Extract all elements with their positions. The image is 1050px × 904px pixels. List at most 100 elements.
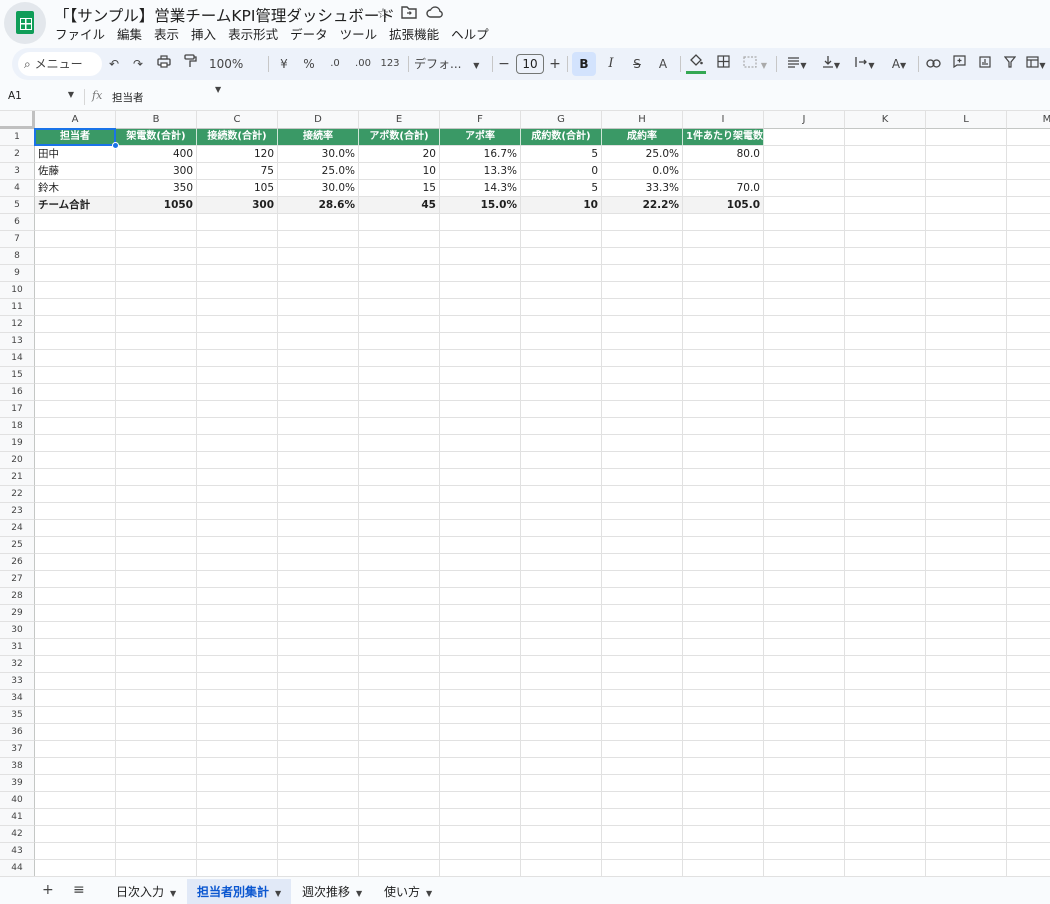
empty-cell[interactable]	[845, 758, 926, 775]
empty-cell[interactable]	[440, 826, 521, 843]
empty-cell[interactable]	[440, 537, 521, 554]
empty-cell[interactable]	[197, 214, 278, 231]
empty-cell[interactable]	[359, 724, 440, 741]
text-wrap-icon[interactable]: ▼	[850, 52, 880, 76]
empty-cell[interactable]	[845, 231, 926, 248]
data-cell[interactable]: 300	[116, 163, 197, 180]
empty-cell[interactable]	[116, 860, 197, 876]
italic-button[interactable]: I	[600, 52, 622, 76]
empty-cell[interactable]	[521, 299, 602, 316]
empty-cell[interactable]	[359, 860, 440, 876]
empty-cell[interactable]	[116, 367, 197, 384]
align-horizontal-icon[interactable]: ▼	[782, 52, 812, 76]
empty-cell[interactable]	[35, 537, 116, 554]
empty-cell[interactable]	[278, 248, 359, 265]
empty-cell[interactable]	[278, 282, 359, 299]
empty-cell[interactable]	[926, 588, 1007, 605]
empty-cell[interactable]	[764, 180, 845, 197]
empty-cell[interactable]	[683, 792, 764, 809]
row-header[interactable]: 10	[0, 282, 35, 299]
empty-cell[interactable]	[602, 452, 683, 469]
empty-cell[interactable]	[116, 401, 197, 418]
empty-cell[interactable]	[1007, 554, 1050, 571]
empty-cell[interactable]	[359, 809, 440, 826]
empty-cell[interactable]	[278, 622, 359, 639]
empty-cell[interactable]	[1007, 350, 1050, 367]
empty-cell[interactable]	[845, 486, 926, 503]
empty-cell[interactable]	[197, 826, 278, 843]
empty-cell[interactable]	[35, 809, 116, 826]
empty-cell[interactable]	[521, 826, 602, 843]
empty-cell[interactable]	[278, 265, 359, 282]
empty-cell[interactable]	[197, 537, 278, 554]
empty-cell[interactable]	[440, 503, 521, 520]
empty-cell[interactable]	[764, 775, 845, 792]
column-header[interactable]: A	[35, 111, 116, 129]
empty-cell[interactable]	[278, 707, 359, 724]
empty-cell[interactable]	[602, 469, 683, 486]
empty-cell[interactable]	[764, 469, 845, 486]
empty-cell[interactable]	[683, 469, 764, 486]
empty-cell[interactable]	[116, 826, 197, 843]
row-header[interactable]: 2	[0, 146, 35, 163]
empty-cell[interactable]	[197, 486, 278, 503]
empty-cell[interactable]	[35, 503, 116, 520]
empty-cell[interactable]	[683, 503, 764, 520]
empty-cell[interactable]	[602, 316, 683, 333]
empty-cell[interactable]	[683, 724, 764, 741]
empty-cell[interactable]	[845, 537, 926, 554]
data-cell[interactable]: 14.3%	[440, 180, 521, 197]
empty-cell[interactable]	[926, 571, 1007, 588]
empty-cell[interactable]	[845, 622, 926, 639]
empty-cell[interactable]	[602, 418, 683, 435]
total-cell[interactable]: 10	[521, 197, 602, 214]
empty-cell[interactable]	[521, 486, 602, 503]
empty-cell[interactable]	[197, 469, 278, 486]
empty-cell[interactable]	[521, 554, 602, 571]
empty-cell[interactable]	[602, 367, 683, 384]
data-cell[interactable]: 5	[521, 180, 602, 197]
decrease-decimal-button[interactable]: .0	[324, 52, 346, 76]
empty-cell[interactable]	[440, 214, 521, 231]
empty-cell[interactable]	[440, 282, 521, 299]
fill-handle[interactable]	[112, 142, 119, 149]
font-family-select[interactable]: デフォ... ▼	[414, 52, 486, 76]
empty-cell[interactable]	[764, 129, 845, 146]
empty-cell[interactable]	[521, 843, 602, 860]
empty-cell[interactable]	[278, 724, 359, 741]
empty-cell[interactable]	[521, 639, 602, 656]
row-header[interactable]: 17	[0, 401, 35, 418]
empty-cell[interactable]	[440, 843, 521, 860]
empty-cell[interactable]	[764, 214, 845, 231]
empty-cell[interactable]	[521, 367, 602, 384]
empty-cell[interactable]	[764, 571, 845, 588]
empty-cell[interactable]	[278, 860, 359, 876]
empty-cell[interactable]	[1007, 214, 1050, 231]
empty-cell[interactable]	[35, 690, 116, 707]
empty-cell[interactable]	[440, 571, 521, 588]
empty-cell[interactable]	[278, 520, 359, 537]
empty-cell[interactable]	[440, 724, 521, 741]
empty-cell[interactable]	[845, 435, 926, 452]
empty-cell[interactable]	[440, 673, 521, 690]
empty-cell[interactable]	[602, 758, 683, 775]
row-header[interactable]: 44	[0, 860, 35, 876]
empty-cell[interactable]	[602, 401, 683, 418]
empty-cell[interactable]	[683, 452, 764, 469]
empty-cell[interactable]	[440, 775, 521, 792]
empty-cell[interactable]	[197, 843, 278, 860]
empty-cell[interactable]	[602, 792, 683, 809]
empty-cell[interactable]	[602, 605, 683, 622]
empty-cell[interactable]	[197, 690, 278, 707]
empty-cell[interactable]	[440, 707, 521, 724]
empty-cell[interactable]	[35, 826, 116, 843]
empty-cell[interactable]	[359, 248, 440, 265]
empty-cell[interactable]	[35, 265, 116, 282]
row-header[interactable]: 3	[0, 163, 35, 180]
empty-cell[interactable]	[764, 826, 845, 843]
empty-cell[interactable]	[116, 384, 197, 401]
data-cell[interactable]: 0	[521, 163, 602, 180]
total-cell[interactable]: 45	[359, 197, 440, 214]
empty-cell[interactable]	[926, 792, 1007, 809]
empty-cell[interactable]	[683, 350, 764, 367]
